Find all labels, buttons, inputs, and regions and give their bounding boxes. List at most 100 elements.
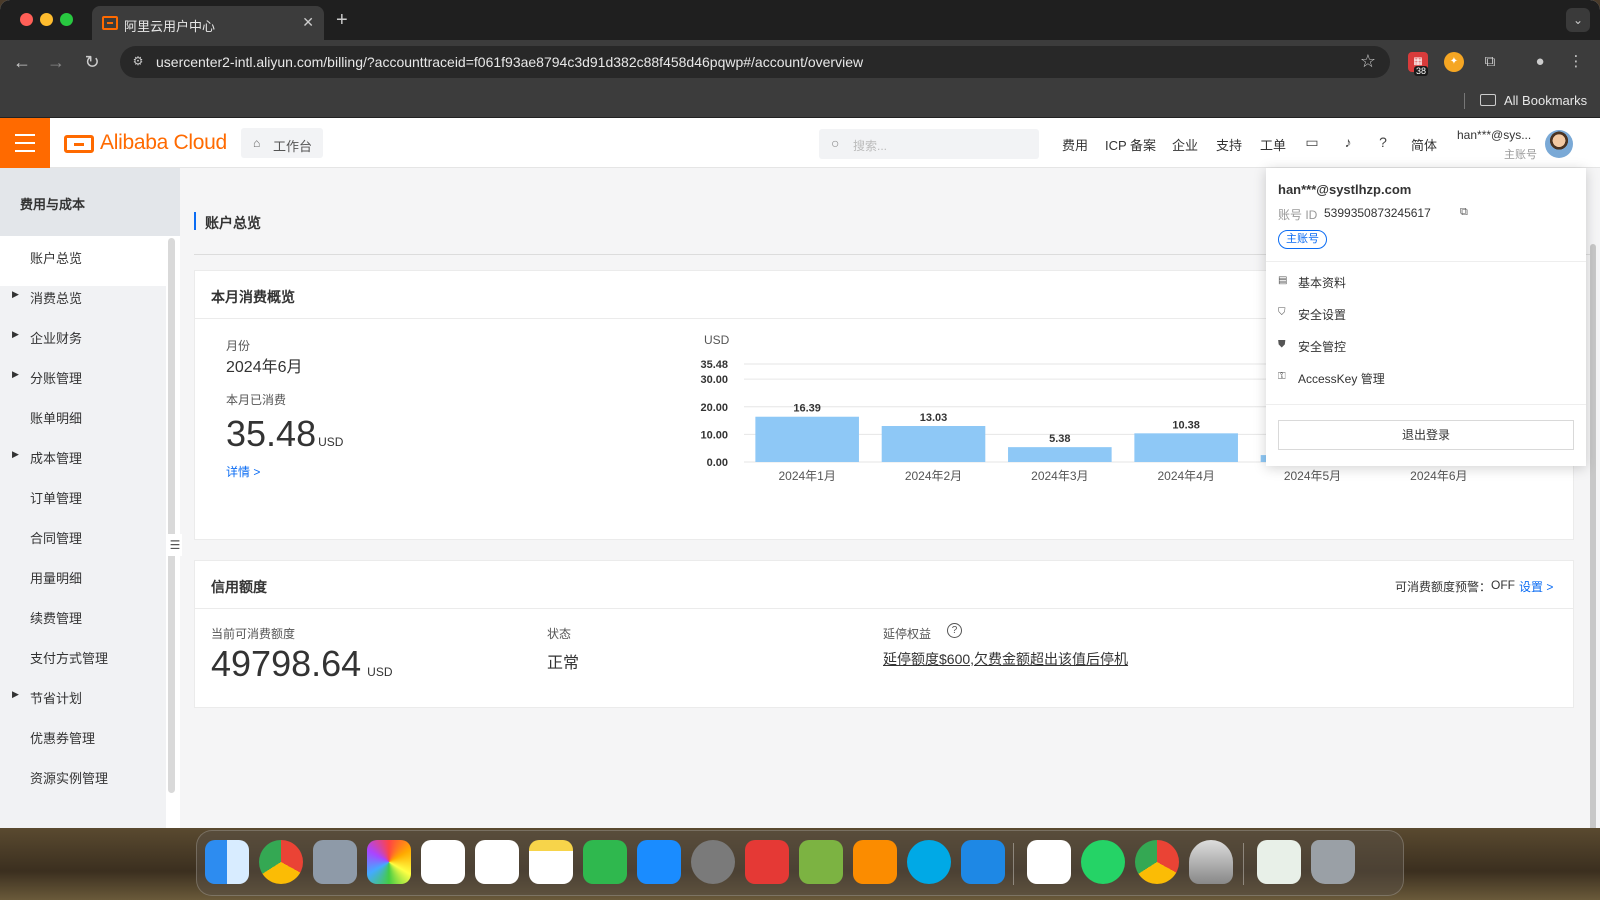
extension-icon[interactable]: ✦	[1444, 52, 1464, 72]
back-arrow-icon[interactable]: ←	[10, 50, 34, 74]
y-tick-label: 20.00	[700, 402, 728, 414]
close-tab-icon[interactable]: ✕	[302, 14, 314, 31]
new-tab-button[interactable]: +	[336, 9, 348, 32]
sidebar-item[interactable]: 资源实例管理	[0, 756, 166, 796]
app-store-icon[interactable]	[637, 840, 681, 884]
nav-icp[interactable]: ICP 备案	[1105, 135, 1156, 154]
spent-label: 本月已消费	[226, 393, 287, 407]
menu-item-profile[interactable]: ▤ 基本资料	[1278, 268, 1574, 296]
more-options-icon[interactable]: ⋮	[1566, 52, 1586, 72]
skype-icon[interactable]	[907, 840, 951, 884]
spreadsheet-file-icon[interactable]	[1257, 840, 1301, 884]
logo-text[interactable]: Alibaba Cloud	[100, 131, 227, 155]
vscode-icon[interactable]	[961, 840, 1005, 884]
y-tick-label: 10.00	[700, 429, 728, 441]
sidebar-item[interactable]: 续费管理	[0, 596, 166, 636]
document-icon: ▤	[1278, 275, 1288, 286]
sidebar-item[interactable]: 订单管理	[0, 476, 166, 516]
account-dropdown-menu: han***@systlhzp.com 账号 ID 53993508732456…	[1266, 168, 1586, 466]
tab-title: 阿里云用户中心	[124, 19, 216, 34]
extension-value[interactable]: 延停额度$600,欠费金额超出该值后停机	[883, 649, 1128, 669]
settings-link[interactable]: 设置 >	[1519, 578, 1553, 595]
system-settings-icon[interactable]	[691, 840, 735, 884]
sidebar-item[interactable]: ▶ 节省计划	[0, 676, 166, 716]
puzzle-extensions-icon[interactable]: ⧉	[1480, 52, 1500, 72]
nav-billing[interactable]: 费用	[1062, 135, 1088, 154]
notes-icon[interactable]	[529, 840, 573, 884]
minimize-window-button[interactable]	[40, 13, 53, 26]
close-window-button[interactable]	[20, 13, 33, 26]
x-tick-label: 2024年5月	[1284, 469, 1341, 483]
sidebar-header: 费用与成本	[0, 168, 180, 236]
calendar-icon[interactable]	[421, 840, 465, 884]
forward-arrow-icon[interactable]: →	[44, 50, 68, 74]
p-app-icon[interactable]	[799, 840, 843, 884]
bell-icon[interactable]: ♪	[1339, 133, 1357, 151]
remote-desktop-icon[interactable]	[1027, 840, 1071, 884]
details-link[interactable]: 详情 >	[226, 463, 260, 480]
sidebar-item[interactable]: 账户总览	[0, 236, 166, 276]
menu-item-accesskey[interactable]: ⚿ AccessKey 管理	[1278, 364, 1574, 392]
nav-ticket[interactable]: 工单	[1260, 135, 1286, 154]
browser-tab[interactable]: 阿里云用户中心 ✕	[92, 6, 324, 40]
rocket-app-icon[interactable]	[1189, 840, 1233, 884]
sidebar-item[interactable]: 支付方式管理	[0, 636, 166, 676]
sidebar-item[interactable]: 合同管理	[0, 516, 166, 556]
avatar[interactable]	[1545, 130, 1573, 158]
alibaba-cloud-logo-icon[interactable]	[64, 135, 94, 153]
sidebar-title: 费用与成本	[20, 197, 86, 212]
sidebar-item[interactable]: ▶ 分账管理	[0, 356, 166, 396]
terminal-icon[interactable]: ▭	[1303, 133, 1321, 151]
title-accent	[194, 212, 196, 230]
photos-icon[interactable]	[367, 840, 411, 884]
language-switch[interactable]: 简体	[1411, 135, 1437, 154]
x-tick-label: 2024年2月	[905, 469, 962, 483]
sidebar-scrollbar[interactable]	[168, 238, 175, 793]
s-app-icon[interactable]	[853, 840, 897, 884]
menu-item-security-control[interactable]: ⛊ 安全管控	[1278, 332, 1574, 360]
help-icon[interactable]: ?	[1374, 133, 1392, 151]
bookmark-star-icon[interactable]: ☆	[1360, 51, 1376, 72]
help-question-icon[interactable]: ?	[947, 623, 962, 638]
user-name[interactable]: han***@sys...	[1457, 128, 1531, 142]
tab-search-chevron-down-icon[interactable]: ⌄	[1566, 8, 1590, 32]
browser-toolbar: ← → ↻ ⚙ usercenter2-intl.aliyun.com/bill…	[0, 40, 1600, 84]
alert-value: OFF	[1491, 578, 1515, 592]
numbers-icon[interactable]	[583, 840, 627, 884]
sidebar-item[interactable]: 优惠券管理	[0, 716, 166, 756]
sidebar-item[interactable]: ▶ 消费总览	[0, 276, 166, 316]
account-id-label: 账号 ID	[1278, 208, 1318, 222]
copy-icon[interactable]: ⧉	[1460, 206, 1468, 219]
nav-support[interactable]: 支持	[1216, 135, 1242, 154]
page-scrollbar[interactable]	[1590, 244, 1596, 828]
nav-enterprise[interactable]: 企业	[1172, 135, 1198, 154]
whatsapp-icon[interactable]	[1081, 840, 1125, 884]
finder-icon[interactable]	[205, 840, 249, 884]
chrome-icon[interactable]	[1135, 840, 1179, 884]
chart-bar	[1008, 447, 1112, 462]
macos-dock	[196, 830, 1404, 896]
chart-unit-label: USD	[704, 333, 730, 347]
address-bar[interactable]: ⚙ usercenter2-intl.aliyun.com/billing/?a…	[120, 46, 1390, 78]
menu-hamburger-icon[interactable]	[0, 118, 50, 168]
sidebar-item-label: 企业财务	[30, 331, 83, 346]
menu-item-security-settings[interactable]: ⛉ 安全设置	[1278, 300, 1574, 328]
sidebar-item[interactable]: ▶ 成本管理	[0, 436, 166, 476]
reload-icon[interactable]: ↻	[80, 50, 104, 74]
workbench-button[interactable]: ⌂ 工作台	[241, 128, 323, 158]
chrome-icon[interactable]	[259, 840, 303, 884]
profile-icon[interactable]: ●	[1530, 52, 1550, 72]
all-bookmarks-link[interactable]: All Bookmarks	[1504, 93, 1587, 108]
maximize-window-button[interactable]	[60, 13, 73, 26]
logout-button[interactable]: 退出登录	[1278, 420, 1574, 450]
sidebar-item[interactable]: 账单明细	[0, 396, 166, 436]
sidebar-item[interactable]: 用量明细	[0, 556, 166, 596]
card-title: 本月消费概览	[211, 289, 295, 305]
site-settings-icon[interactable]: ⚙	[130, 54, 146, 70]
sidebar-item[interactable]: ▶ 企业财务	[0, 316, 166, 356]
launchpad-icon[interactable]	[313, 840, 357, 884]
text-app-icon[interactable]	[745, 840, 789, 884]
reminders-icon[interactable]	[475, 840, 519, 884]
trash-icon[interactable]	[1311, 840, 1355, 884]
search-input[interactable]: ○ 搜索...	[819, 129, 1039, 159]
